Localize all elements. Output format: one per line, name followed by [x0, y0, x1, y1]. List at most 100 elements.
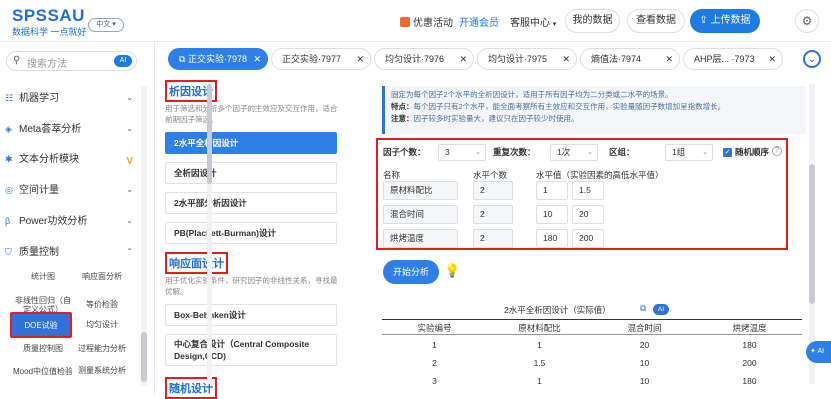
language-toggle[interactable]: 中文 ▾	[88, 18, 124, 32]
scrollbar-thumb[interactable]	[141, 332, 147, 382]
table-cell: 10	[639, 358, 650, 368]
service-label: 客服中心	[510, 18, 550, 29]
sub-item-msa[interactable]: 测量系统分析	[72, 360, 132, 381]
tab-label: 正交实验·7977	[282, 54, 342, 64]
factor-levels-field: 2	[473, 205, 513, 224]
method-2level-fractional[interactable]: 2水平部分析因设计	[165, 192, 337, 214]
method-plackett-burman[interactable]: PB(Plackett-Burman)设计	[165, 222, 337, 244]
factor-high-field[interactable]: 20	[572, 205, 604, 224]
chevron-down-icon: ⌄	[126, 216, 133, 225]
factor-count-select[interactable]: 3 ⌄	[438, 144, 486, 161]
scrollbar-thumb[interactable]	[207, 84, 212, 184]
my-data-button[interactable]: 我的数据	[565, 9, 620, 33]
factor-name-field[interactable]: 混合时间	[383, 205, 458, 224]
tab-7974[interactable]: 熵值法·7974 ✕	[580, 48, 680, 70]
table-cell: 10	[639, 376, 650, 386]
sidebar-item-meta[interactable]: ◈ Meta荟萃分析 ⌄	[5, 118, 137, 140]
gift-icon	[400, 17, 410, 27]
info-line1: 固定为每个因子2个水平的全析因设计，适用于所有因子均为二分类或二水平的场景。	[391, 90, 673, 99]
factor-low-field[interactable]: 10	[536, 205, 568, 224]
search-input[interactable]: 搜索方法	[27, 55, 67, 70]
sub-item-rsm[interactable]: 响应面分析	[72, 266, 132, 287]
method-ccd[interactable]: 中心复合设计（Central Composite Design,CCD)	[165, 334, 337, 366]
table-row: 2 1.5 10 200	[382, 358, 802, 374]
sub-item-equivalence[interactable]: 等价检验	[72, 294, 132, 315]
scrollbar-thumb[interactable]	[809, 164, 815, 304]
result-table-header: 实验编号 原材料配比 混合时间 烘烤温度	[382, 319, 802, 335]
chevron-down-icon[interactable]: ⌄	[803, 50, 821, 68]
factor-low-field[interactable]: 1	[536, 181, 568, 200]
sidebar-item-ml[interactable]: ☷ 机器学习 ⌄	[5, 87, 137, 109]
copy-icon[interactable]: ⧉	[640, 303, 646, 314]
sidebar-item-quality[interactable]: ⛉ 质量控制 ⌃	[5, 241, 137, 263]
lightbulb-icon[interactable]: 💡	[444, 263, 460, 279]
close-icon[interactable]: ✕	[459, 49, 467, 69]
tab-7978[interactable]: ⧉ 正交实验·7978 ✕	[168, 48, 268, 70]
gear-icon[interactable]: ⚙	[795, 9, 819, 33]
factor-high-field[interactable]: 200	[572, 229, 604, 248]
sub-item-doe[interactable]: DOE试验	[10, 312, 72, 338]
sidebar-scrollbar[interactable]	[141, 86, 147, 386]
factor-count-label: 因子个数：	[383, 147, 426, 157]
method-panel-scrollbar[interactable]	[207, 84, 212, 384]
close-icon[interactable]: ✕	[356, 49, 364, 69]
help-icon[interactable]: ?	[772, 146, 782, 156]
factor-high-field[interactable]: 1.5	[572, 181, 604, 200]
service-menu[interactable]: 客服中心 ▾	[510, 14, 556, 29]
tab-label: 正交实验·7978	[187, 54, 247, 64]
search-box[interactable]: ⚲ 搜索方法 AI	[6, 51, 137, 71]
tab-bar: ⧉ 正交实验·7978 ✕ 正交实验·7977 ✕ 均匀设计·7976 ✕ 均匀设计·…	[160, 42, 831, 76]
method-box-behnken[interactable]: Box-Behnken设计	[165, 304, 337, 326]
col-header: 烘烤温度	[732, 323, 767, 333]
view-data-button[interactable]: 查看数据	[627, 9, 685, 33]
sub-item-control-chart[interactable]: 质量控制图	[13, 338, 73, 359]
sidebar-item-spatial[interactable]: ◎ 空间计量 ⌄	[5, 179, 137, 201]
sidebar-item-power[interactable]: β Power功效分析 ⌄	[5, 210, 137, 232]
member-link[interactable]: 开通会员	[459, 14, 499, 29]
sidebar-item-label: 文本分析模块	[19, 154, 79, 165]
language-label: 中文	[96, 21, 111, 28]
logo[interactable]: SPSSAU	[12, 6, 85, 26]
sidebar-item-label: 机器学习	[19, 93, 59, 104]
close-icon[interactable]: ✕	[768, 49, 776, 69]
info-note-text: 因子较多时实验量大，建议只在因子较少时使用。	[413, 114, 579, 123]
factor-low-field[interactable]: 180	[536, 229, 568, 248]
tab-label: 熵值法·7974	[591, 54, 642, 64]
tab-label: 均匀设计·7975	[488, 54, 548, 64]
tab-7977[interactable]: 正交实验·7977 ✕	[271, 48, 371, 70]
main-scrollbar[interactable]	[809, 84, 815, 384]
factor-name-field[interactable]: 烘烤温度	[383, 229, 458, 248]
tab-7976[interactable]: 均匀设计·7976 ✕	[374, 48, 474, 70]
close-icon[interactable]: ✕	[665, 49, 673, 69]
start-analysis-button[interactable]: 开始分析	[383, 260, 439, 284]
info-feature-text: 每个因子只有2个水平，能全面考察所有主效应和交互作用，实验量随因子数增加呈指数增…	[413, 102, 726, 111]
promo-label: 优惠活动	[413, 18, 453, 29]
sub-item-capability[interactable]: 过程能力分析	[72, 338, 132, 359]
tab-7975[interactable]: 均匀设计·7975 ✕	[477, 48, 577, 70]
table-cell: 1	[537, 376, 542, 386]
block-select[interactable]: 1组 ⌄	[665, 144, 713, 161]
random-order-checkbox[interactable]: ✓	[723, 148, 732, 157]
close-icon[interactable]: ✕	[253, 49, 261, 69]
upload-button[interactable]: ⇪ 上传数据	[690, 9, 760, 33]
sub-item-chart[interactable]: 统计图	[13, 266, 73, 287]
close-icon[interactable]: ✕	[562, 49, 570, 69]
ai-assistant-button[interactable]: ✦ AI	[806, 341, 831, 363]
ai-badge[interactable]: AI	[114, 55, 132, 67]
main-content: 固定为每个因子2个水平的全析因设计，适用于所有因子均为二分类或二水平的场景。 特…	[376, 76, 818, 394]
sub-item-uniform[interactable]: 均匀设计	[72, 314, 132, 335]
promo-link[interactable]: 优惠活动	[400, 14, 453, 29]
chevron-down-icon: ⌄	[702, 149, 708, 156]
sidebar-item-text[interactable]: ✱ 文本分析模块 V	[5, 148, 137, 170]
col-name-header: 名称	[383, 170, 401, 180]
random-order-label: 随机顺序	[735, 147, 770, 157]
repeat-select[interactable]: 1次 ⌄	[550, 144, 598, 161]
factor-name-field[interactable]: 原材料配比	[383, 181, 458, 200]
tab-7973[interactable]: AHP层... ·7973 ✕	[683, 48, 783, 70]
section-title-rsm: 响应面设计	[165, 252, 228, 274]
method-2level-full-factorial[interactable]: 2水平全析因设计	[165, 132, 337, 154]
sub-item-mood[interactable]: Mood中位值检验	[13, 360, 73, 382]
ai-badge[interactable]: AI	[653, 304, 669, 315]
method-full-factorial[interactable]: 全析因设计	[165, 162, 337, 184]
block-label: 区组：	[609, 147, 635, 157]
